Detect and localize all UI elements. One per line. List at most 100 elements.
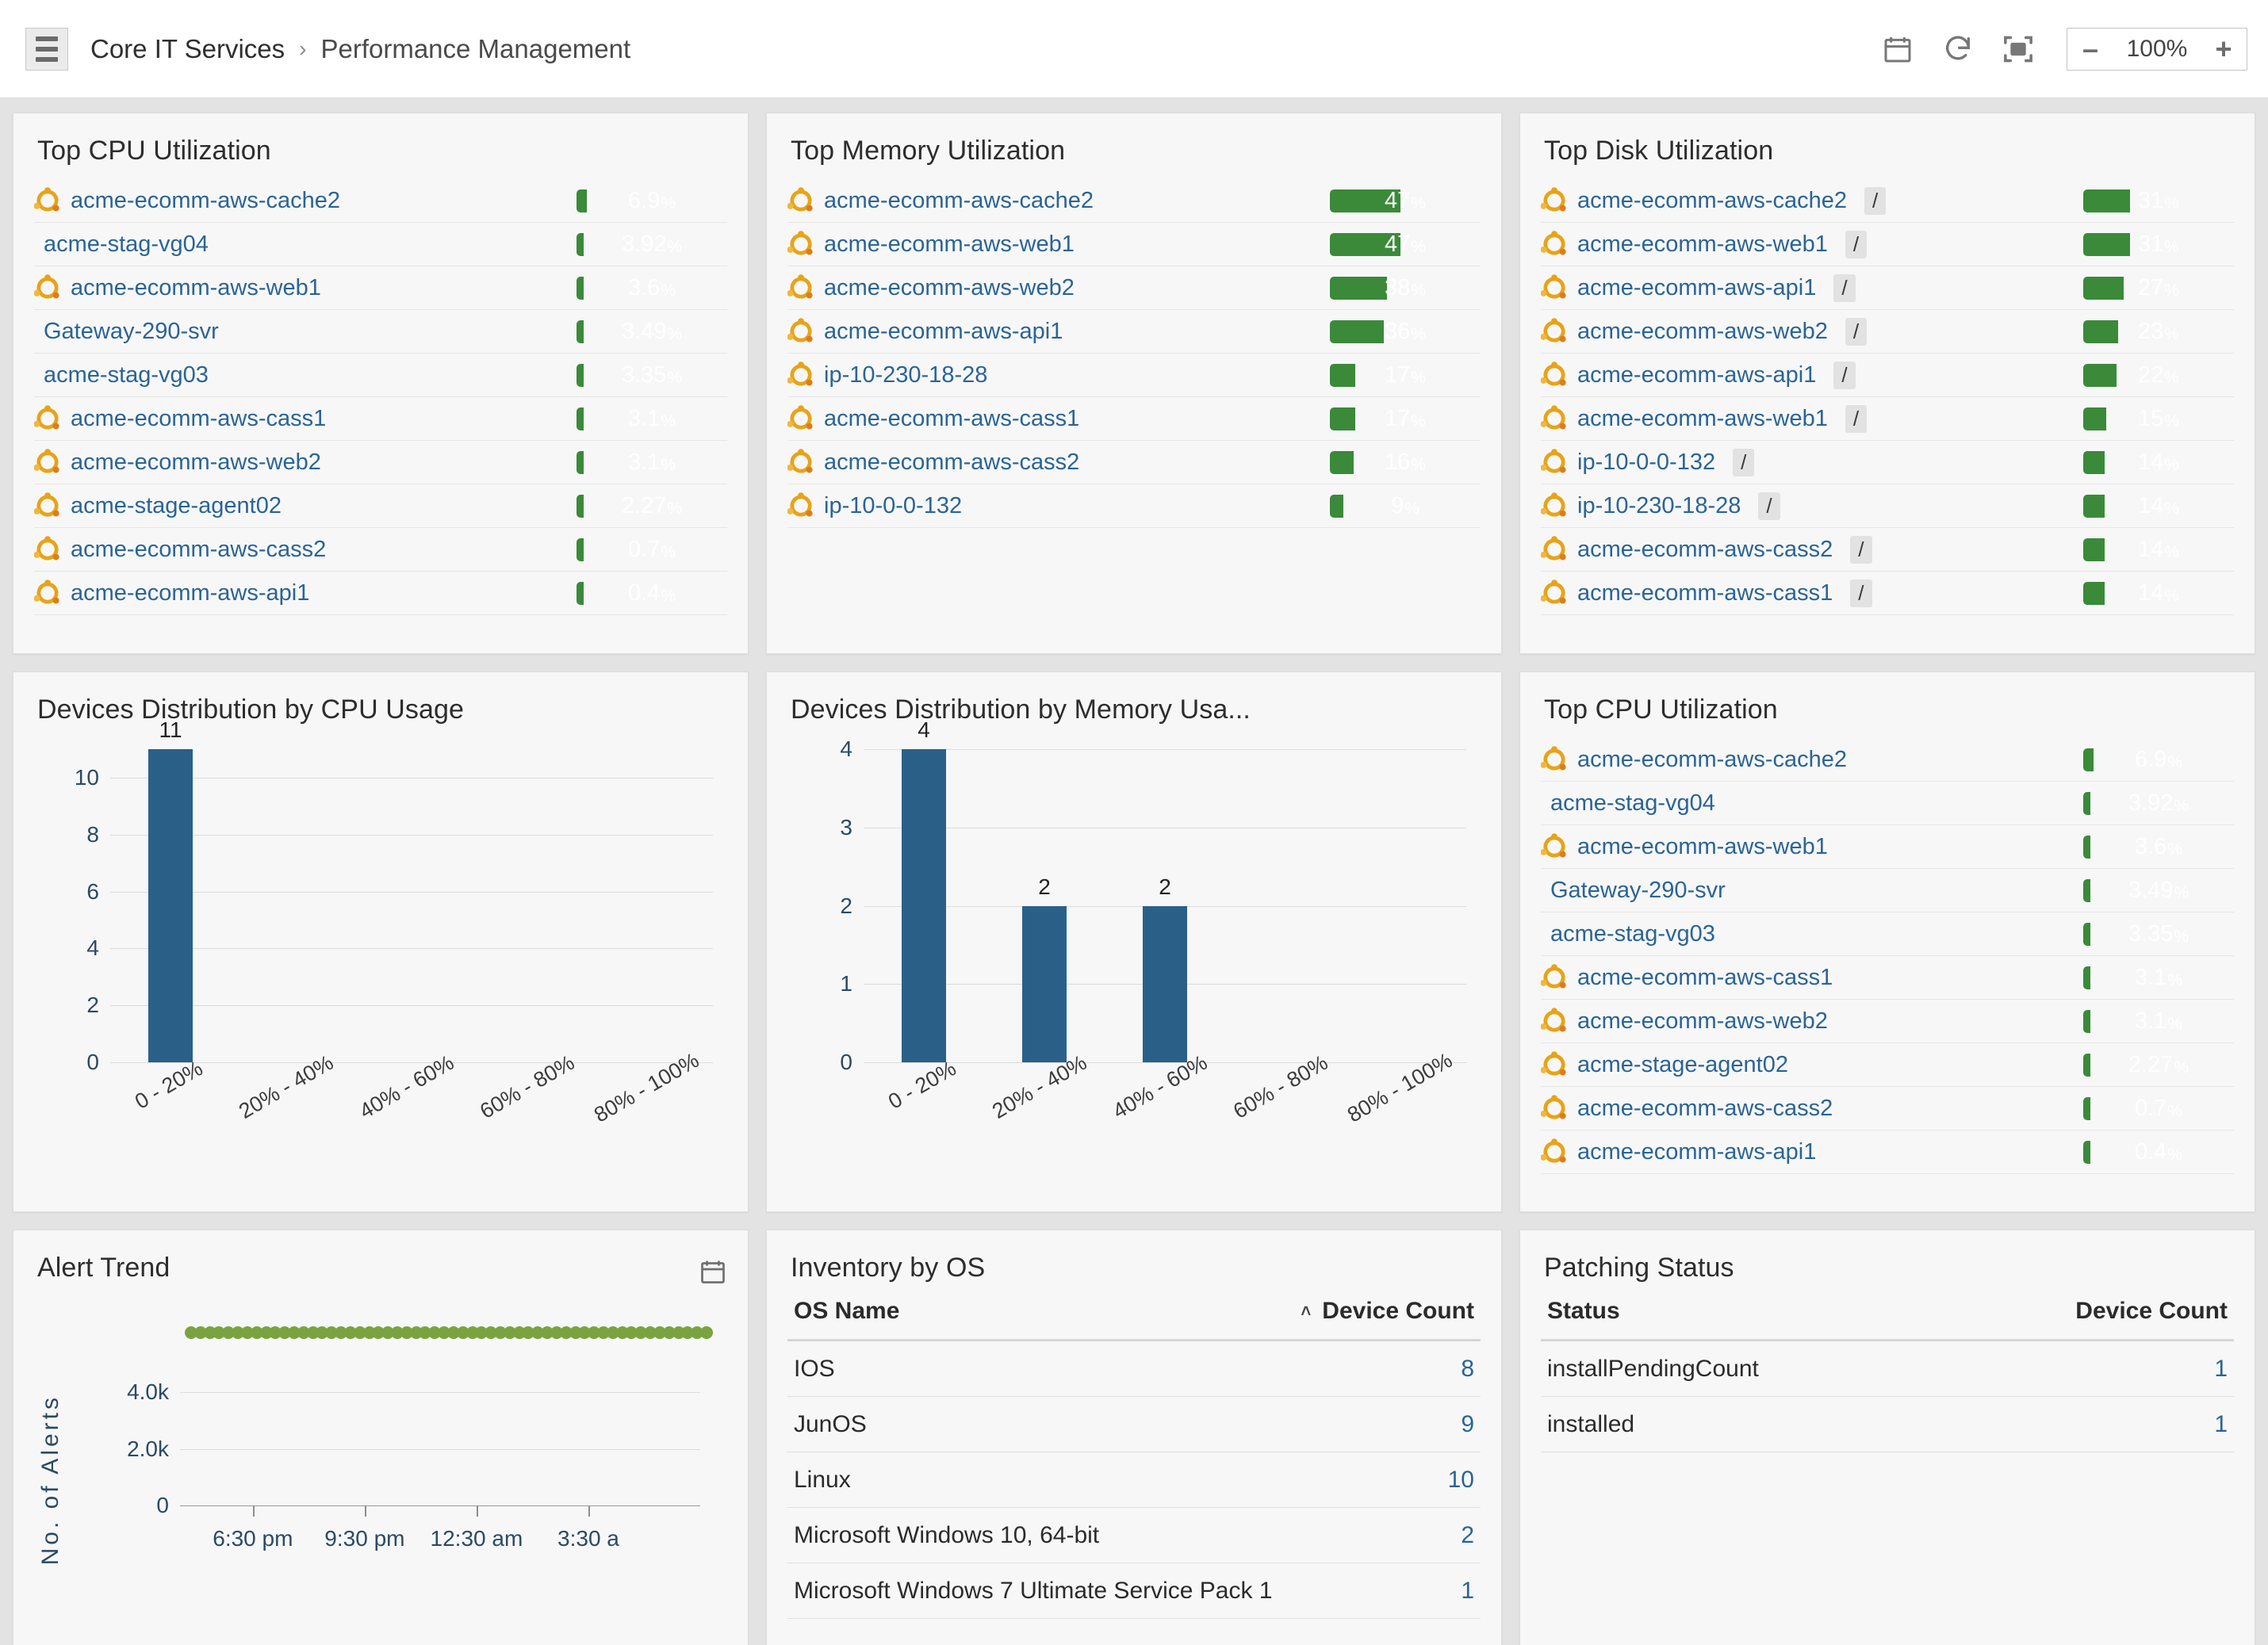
utilization-row[interactable]: acme-ecomm-aws-web1 3.6% (33, 266, 727, 310)
bar[interactable] (902, 749, 946, 1062)
device-name-link[interactable]: acme-ecomm-aws-cass1 (1577, 580, 1833, 606)
utilization-row[interactable]: acme-ecomm-aws-cass1 3.1% (33, 397, 727, 441)
device-name-link[interactable]: acme-ecomm-aws-cache2 (1577, 747, 1847, 773)
utilization-row[interactable]: acme-ecomm-aws-web2 3.1% (1540, 1000, 2234, 1043)
bar-column[interactable] (592, 749, 713, 1062)
device-name-link[interactable]: acme-ecomm-aws-cass2 (1577, 1096, 1833, 1122)
device-name-link[interactable]: acme-ecomm-aws-web1 (71, 275, 321, 301)
utilization-row[interactable]: Gateway-290-svr 3.49% (1541, 869, 2234, 912)
device-name-link[interactable]: acme-ecomm-aws-cass1 (1577, 965, 1833, 991)
utilization-row[interactable]: acme-ecomm-aws-cache2 6.9% (1540, 738, 2234, 782)
zoom-out-button[interactable]: – (2067, 29, 2113, 70)
utilization-row[interactable]: acme-ecomm-aws-web2 38% (787, 266, 1481, 310)
device-name-link[interactable]: ip-10-230-18-28 (824, 362, 987, 388)
device-name-link[interactable]: acme-ecomm-aws-web2 (1577, 1008, 1828, 1035)
hamburger-menu-icon[interactable] (25, 27, 68, 71)
utilization-row[interactable]: acme-ecomm-aws-cass1 3.1% (1540, 956, 2234, 1000)
utilization-row[interactable]: acme-ecomm-aws-cass1 17% (787, 397, 1481, 441)
table-row[interactable]: IOS 8 (787, 1341, 1481, 1397)
utilization-row[interactable]: acme-ecomm-aws-api1 0.4% (33, 572, 727, 615)
device-name-link[interactable]: acme-ecomm-aws-cass1 (71, 406, 326, 432)
device-name-link[interactable]: ip-10-0-0-132 (824, 493, 962, 519)
device-name-link[interactable]: acme-ecomm-aws-web2 (1577, 319, 1828, 345)
device-name-link[interactable]: acme-ecomm-aws-api1 (824, 319, 1063, 345)
row-count-link[interactable]: 1 (1461, 1578, 1474, 1605)
table-row[interactable]: installPendingCount 1 (1541, 1341, 2234, 1397)
device-name-link[interactable]: acme-ecomm-aws-api1 (1577, 362, 1816, 388)
utilization-row[interactable]: acme-stag-vg03 3.35% (34, 354, 727, 397)
table-row[interactable]: JunOS 9 (787, 1397, 1481, 1452)
calendar-icon[interactable] (1879, 31, 1916, 67)
utilization-row[interactable]: acme-stag-vg04 3.92% (1541, 782, 2234, 825)
device-name-link[interactable]: acme-stag-vg04 (44, 231, 209, 258)
row-count-link[interactable]: 1 (2214, 1356, 2228, 1383)
device-name-link[interactable]: acme-ecomm-aws-web1 (1577, 406, 1828, 432)
utilization-row[interactable]: acme-ecomm-aws-web1 47% (787, 223, 1481, 266)
device-name-link[interactable]: acme-stag-vg03 (1550, 921, 1715, 947)
utilization-row[interactable]: Gateway-290-svr 3.49% (34, 310, 727, 354)
device-name-link[interactable]: acme-ecomm-aws-api1 (71, 580, 309, 606)
table-row[interactable]: Linux 10 (787, 1452, 1481, 1508)
bar-column[interactable]: 2 (984, 749, 1105, 1062)
bar-column[interactable]: 4 (864, 717, 984, 1062)
row-count-link[interactable]: 10 (1448, 1467, 1474, 1494)
column-header-count[interactable]: ˄ Device Count (1301, 1298, 1474, 1325)
bar[interactable] (1143, 905, 1187, 1062)
utilization-row[interactable]: acme-ecomm-aws-cache2 47% (787, 179, 1481, 223)
device-name-link[interactable]: acme-ecomm-aws-web1 (1577, 834, 1828, 860)
device-name-link[interactable]: Gateway-290-svr (44, 319, 219, 345)
bar-column[interactable] (472, 749, 592, 1062)
device-name-link[interactable]: acme-stag-vg03 (44, 362, 209, 388)
row-count-link[interactable]: 8 (1461, 1356, 1474, 1383)
device-name-link[interactable]: acme-ecomm-aws-web1 (824, 231, 1075, 258)
utilization-row[interactable]: acme-ecomm-aws-cache2 6.9% (33, 179, 727, 223)
utilization-row[interactable]: acme-ecomm-aws-api1 / 22% (1540, 354, 2234, 397)
utilization-row[interactable]: acme-ecomm-aws-cass2 0.7% (33, 528, 727, 572)
device-name-link[interactable]: acme-ecomm-aws-cache2 (1577, 188, 1847, 214)
utilization-row[interactable]: acme-ecomm-aws-api1 0.4% (1540, 1130, 2234, 1174)
device-name-link[interactable]: acme-ecomm-aws-web1 (1577, 231, 1828, 258)
device-name-link[interactable]: ip-10-230-18-28 (1577, 493, 1741, 519)
device-name-link[interactable]: acme-ecomm-aws-web2 (71, 450, 321, 476)
breadcrumb-root-link[interactable]: Core IT Services (90, 34, 285, 64)
bar-column[interactable]: 11 (110, 717, 231, 1062)
bar-column[interactable] (351, 749, 472, 1062)
column-header-name[interactable]: Status (1547, 1298, 2075, 1325)
device-name-link[interactable]: acme-ecomm-aws-cass1 (824, 406, 1079, 432)
utilization-row[interactable]: ip-10-0-0-132 / 14% (1540, 441, 2234, 484)
trend-series[interactable] (185, 1326, 713, 1340)
bar-column[interactable] (1225, 749, 1346, 1062)
utilization-row[interactable]: ip-10-230-18-28 17% (787, 354, 1481, 397)
row-count-link[interactable]: 9 (1461, 1411, 1474, 1438)
utilization-row[interactable]: acme-stage-agent02 2.27% (33, 484, 727, 528)
device-name-link[interactable]: acme-stage-agent02 (71, 493, 282, 519)
row-count-link[interactable]: 2 (1461, 1522, 1474, 1549)
device-name-link[interactable]: acme-ecomm-aws-api1 (1577, 1139, 1816, 1165)
device-name-link[interactable]: acme-stag-vg04 (1550, 790, 1715, 817)
utilization-row[interactable]: acme-ecomm-aws-api1 36% (787, 310, 1481, 354)
device-name-link[interactable]: acme-ecomm-aws-cass2 (71, 537, 326, 563)
utilization-row[interactable]: acme-ecomm-aws-cache2 / 31% (1540, 179, 2234, 223)
device-name-link[interactable]: acme-ecomm-aws-api1 (1577, 275, 1816, 301)
utilization-row[interactable]: acme-ecomm-aws-cass2 / 14% (1540, 528, 2234, 572)
table-row[interactable]: Microsoft Windows 7 Ultimate Service Pac… (787, 1563, 1481, 1619)
utilization-row[interactable]: acme-ecomm-aws-cass2 16% (787, 441, 1481, 484)
device-name-link[interactable]: acme-ecomm-aws-cache2 (71, 188, 340, 214)
fullscreen-icon[interactable] (2000, 31, 2036, 67)
calendar-icon[interactable] (699, 1257, 727, 1293)
device-name-link[interactable]: acme-ecomm-aws-web2 (824, 275, 1075, 301)
device-name-link[interactable]: Gateway-290-svr (1550, 878, 1726, 904)
zoom-in-button[interactable]: + (2201, 29, 2247, 70)
device-name-link[interactable]: ip-10-0-0-132 (1577, 450, 1715, 476)
device-name-link[interactable]: acme-ecomm-aws-cache2 (824, 188, 1094, 214)
utilization-row[interactable]: acme-ecomm-aws-web2 / 23% (1540, 310, 2234, 354)
utilization-row[interactable]: acme-ecomm-aws-web1 3.6% (1540, 825, 2234, 869)
bar[interactable] (1022, 905, 1067, 1062)
utilization-row[interactable]: acme-ecomm-aws-cass1 / 14% (1540, 572, 2234, 615)
utilization-row[interactable]: acme-ecomm-aws-cass2 0.7% (1540, 1087, 2234, 1130)
bar[interactable] (148, 749, 193, 1062)
utilization-row[interactable]: acme-stage-agent02 2.27% (1540, 1043, 2234, 1087)
column-header-count[interactable]: Device Count (2075, 1298, 2228, 1325)
row-count-link[interactable]: 1 (2214, 1411, 2228, 1438)
bar-column[interactable] (1346, 749, 1466, 1062)
